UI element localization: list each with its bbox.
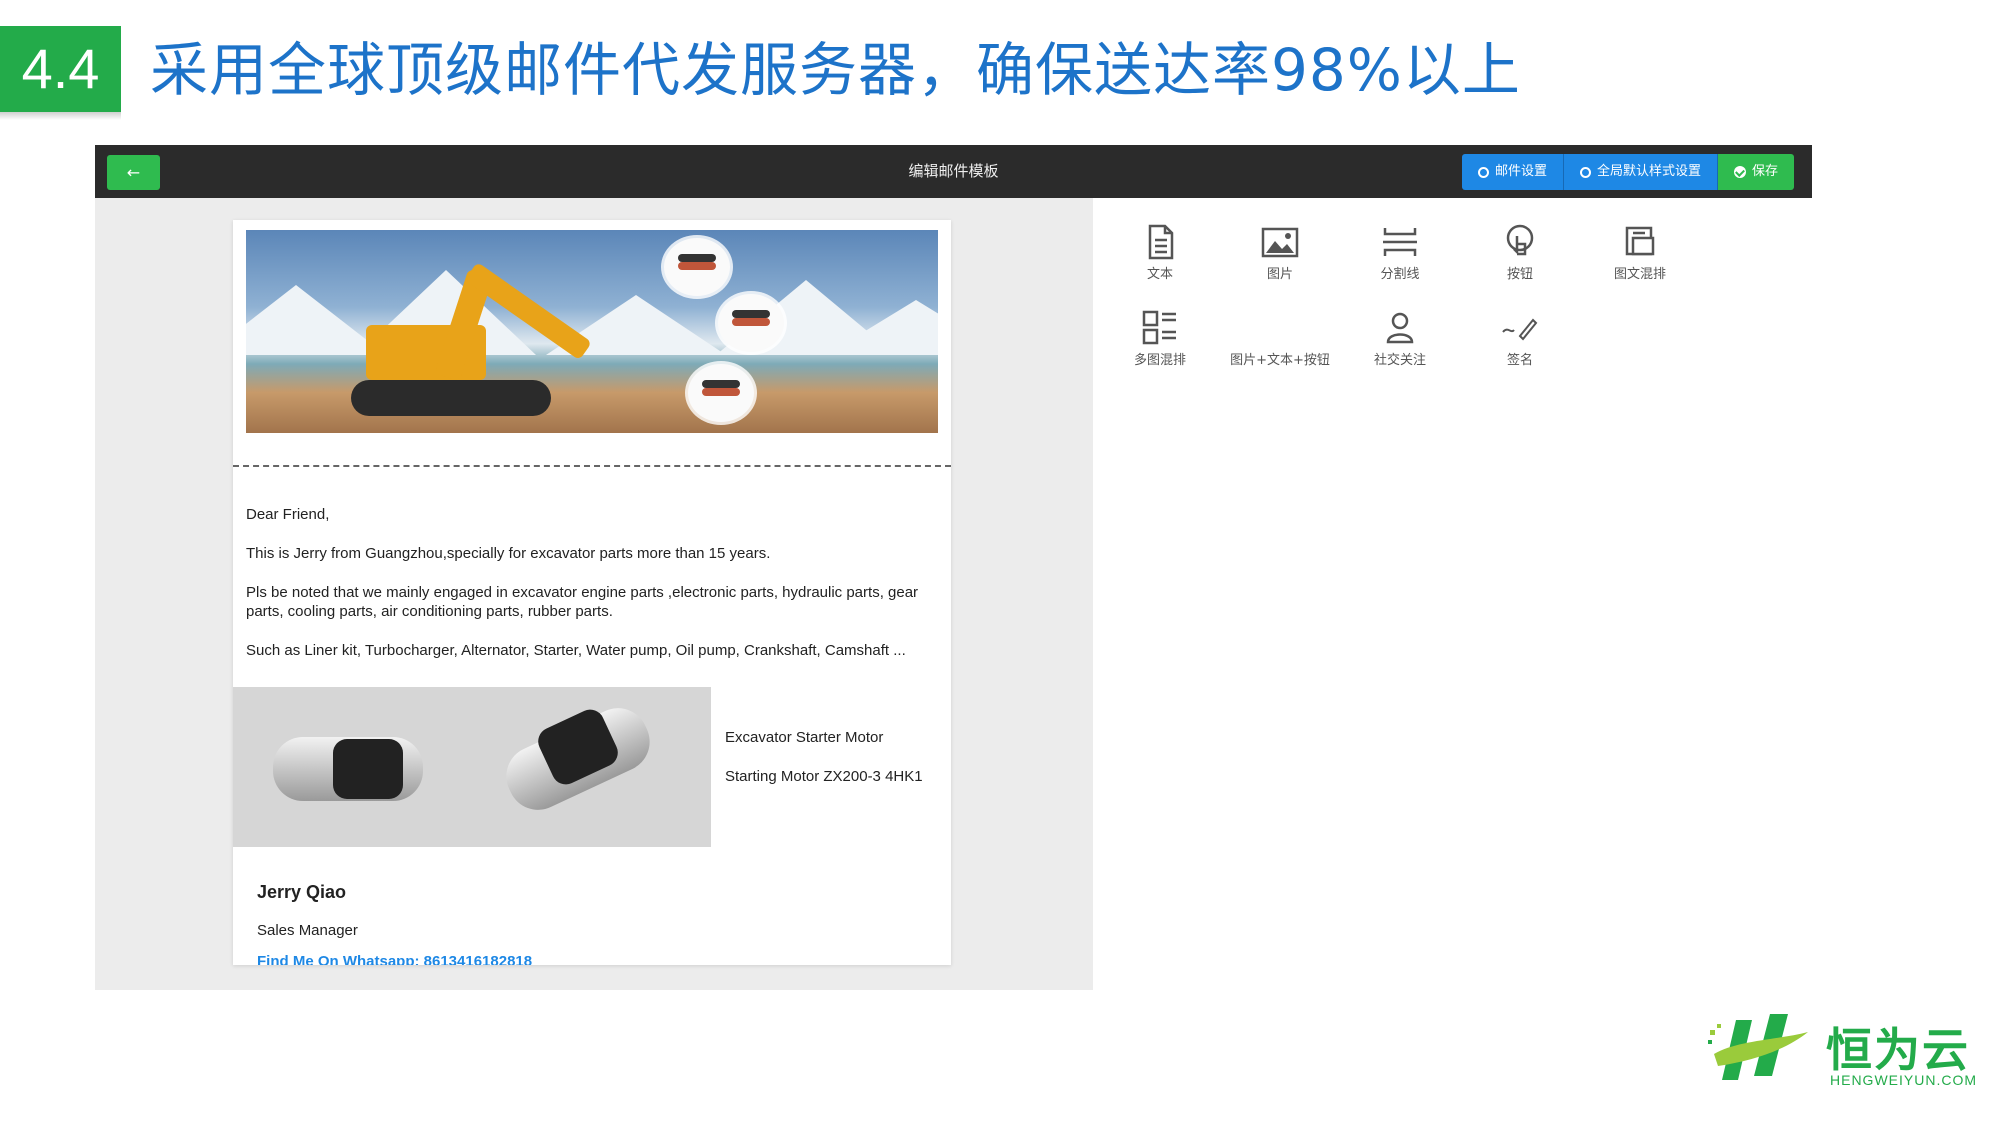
hengweiyun-logo: 恒为云 HENGWEIYUN.COM [1708, 1010, 1978, 1095]
email-template-editor: ← 编辑邮件模板 邮件设置 全局默认样式设置 保存 Dear Friend, T… [95, 145, 1812, 990]
excavator-track [351, 380, 551, 416]
starter-motor-photo[interactable] [473, 687, 711, 847]
global-style-label: 全局默认样式设置 [1596, 164, 1701, 179]
document-icon [1148, 224, 1174, 260]
product-caption-title[interactable]: Excavator Starter Motor [725, 728, 925, 747]
global-style-settings-button[interactable]: 全局默认样式设置 [1563, 154, 1718, 190]
pen-signature-icon [1502, 318, 1538, 341]
tool-image-label: 图片 [1266, 267, 1293, 282]
signature-role[interactable]: Sales Manager [257, 922, 358, 939]
save-button[interactable]: 保存 [1717, 154, 1794, 190]
tool-social-label: 社交关注 [1373, 353, 1426, 368]
slide-title: 采用全球顶级邮件代发服务器，确保送达率98%以上 [150, 36, 1521, 104]
mail-settings-button[interactable]: 邮件设置 [1461, 154, 1564, 190]
gear-icon [1477, 166, 1489, 178]
email-greeting[interactable]: Dear Friend, [246, 505, 938, 524]
part-bubble [664, 238, 730, 296]
tool-text-label: 文本 [1146, 267, 1173, 282]
motor-shape [333, 739, 403, 799]
excavator-banner-image[interactable] [246, 230, 938, 433]
email-paragraph[interactable]: This is Jerry from Guangzhou,specially f… [246, 544, 938, 563]
part-bubble [718, 294, 784, 352]
check-circle-icon [1733, 166, 1746, 178]
email-canvas[interactable]: Dear Friend, This is Jerry from Guangzho… [95, 198, 1093, 990]
tool-button[interactable]: 按钮 [1465, 222, 1575, 282]
grid-icon [1142, 310, 1176, 345]
slide: 4.4 采用全球顶级邮件代发服务器，确保送达率98%以上 ← 编辑邮件模板 邮件… [0, 0, 2000, 1125]
users-icon [1386, 312, 1414, 344]
tool-image-text[interactable]: 图文混排 [1585, 222, 1695, 282]
tool-social[interactable]: 社交关注 [1345, 308, 1455, 368]
tap-icon [1506, 224, 1534, 256]
tool-image-text-label: 图文混排 [1613, 267, 1666, 282]
tool-signature-label: 签名 [1506, 353, 1533, 368]
logo-domain: HENGWEIYUN.COM [1830, 1072, 1977, 1088]
tool-image-text-button[interactable]: 图片+文本+按钮 [1225, 308, 1335, 368]
tool-multi-image-label: 多图混排 [1133, 353, 1186, 368]
part-bubble [688, 364, 754, 422]
email-preview[interactable]: Dear Friend, This is Jerry from Guangzho… [233, 220, 951, 965]
signature-name[interactable]: Jerry Qiao [257, 882, 346, 903]
component-panel: 文本 图片 分割线 按钮 图文混排 多图混排 图片+文本+按钮 社交关注 签名 [1093, 198, 1812, 990]
gear-icon [1579, 166, 1591, 178]
logo-name: 恒为云 [1826, 1023, 1970, 1077]
editor-toolbar: ← 编辑邮件模板 邮件设置 全局默认样式设置 保存 [95, 145, 1812, 198]
mountain-shape [826, 300, 938, 355]
image-text-icon [1625, 226, 1655, 256]
tool-image-text-button-label: 图片+文本+按钮 [1230, 353, 1330, 368]
toolbar-button-group: 邮件设置 全局默认样式设置 保存 [1461, 154, 1794, 190]
whatsapp-link[interactable]: Find Me On Whatsapp: 8613416182818 [257, 953, 532, 965]
tool-multi-image[interactable]: 多图混排 [1105, 308, 1215, 368]
section-number-badge: 4.4 [0, 26, 121, 112]
tool-signature[interactable]: 签名 [1465, 308, 1575, 368]
tool-button-label: 按钮 [1506, 267, 1533, 282]
email-paragraph[interactable]: Such as Liner kit, Turbocharger, Alterna… [246, 641, 938, 660]
product-caption-model[interactable]: Starting Motor ZX200-3 4HK1 [725, 767, 925, 786]
save-label: 保存 [1751, 164, 1778, 179]
image-icon [1261, 227, 1299, 258]
logo-mark-icon [1708, 1014, 1808, 1080]
section-badge-shadow [0, 112, 121, 120]
tool-text[interactable]: 文本 [1105, 222, 1215, 282]
tool-divider[interactable]: 分割线 [1345, 222, 1455, 282]
email-paragraph[interactable]: Pls be noted that we mainly engaged in e… [246, 583, 938, 621]
dashed-divider [233, 465, 951, 467]
starter-motor-photo[interactable] [233, 687, 473, 847]
tool-divider-label: 分割线 [1380, 267, 1420, 282]
divider-icon [1383, 228, 1417, 256]
blank-icon [1260, 308, 1300, 348]
mail-settings-label: 邮件设置 [1494, 164, 1547, 179]
tool-image[interactable]: 图片 [1225, 222, 1335, 282]
